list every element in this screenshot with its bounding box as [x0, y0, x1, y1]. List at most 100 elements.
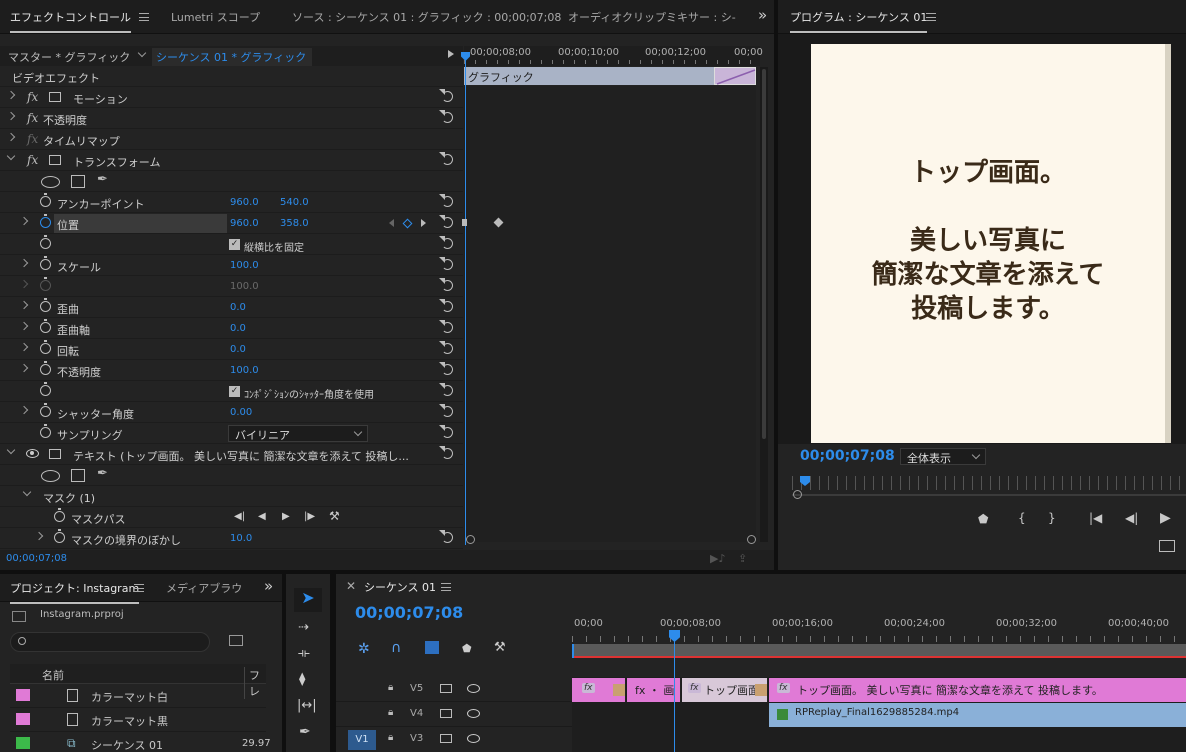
transition-marker[interactable]	[755, 684, 767, 696]
reset-icon[interactable]	[439, 425, 453, 438]
reset-icon[interactable]	[439, 278, 453, 291]
transform-handle-icon[interactable]	[49, 449, 61, 459]
ec-zoom-scroll[interactable]	[466, 535, 756, 545]
transition-marker[interactable]	[613, 684, 625, 696]
property-row-opacity[interactable]: 不透明度 100.0	[0, 360, 463, 381]
compare-view-icon[interactable]	[1159, 540, 1175, 552]
eye-icon[interactable]	[26, 449, 39, 458]
add-keyframe-icon[interactable]	[402, 218, 413, 229]
go-to-in-icon[interactable]: |◀	[1089, 511, 1102, 525]
clip-v5-b[interactable]: fx ・ 画	[627, 678, 681, 702]
track-mask-backward-icon[interactable]: ◀	[258, 511, 266, 522]
ripple-edit-tool-icon[interactable]: ⟛	[298, 646, 310, 661]
chevron-right-icon[interactable]	[6, 132, 16, 142]
overflow-tabs-icon[interactable]: »	[758, 6, 767, 24]
skew-value[interactable]: 0.0	[230, 302, 246, 313]
reset-icon[interactable]	[439, 215, 453, 228]
stopwatch-icon[interactable]	[40, 361, 51, 375]
reset-icon[interactable]	[439, 362, 453, 375]
sync-lock-icon[interactable]	[440, 684, 452, 693]
property-row-skew[interactable]: 歪曲 0.0	[0, 297, 463, 318]
reset-icon[interactable]	[439, 404, 453, 417]
close-icon[interactable]: ✕	[346, 579, 356, 593]
chevron-right-icon[interactable]	[19, 405, 29, 415]
play-triangle-icon[interactable]	[448, 50, 454, 58]
label-color-swatch[interactable]	[16, 689, 30, 701]
tab-audio-clip-mixer[interactable]: オーディオクリップミキサー : シ-	[568, 9, 736, 25]
eye-icon[interactable]	[467, 734, 480, 743]
effect-row-transform[interactable]: fx トランスフォーム	[0, 150, 463, 171]
list-item[interactable]: カラーマット黒	[10, 708, 266, 732]
timeline-title[interactable]: シーケンス 01	[364, 579, 436, 595]
pen-mask-icon[interactable]: ✒	[97, 172, 108, 187]
uniform-scale-checkbox[interactable]: ✓	[229, 239, 240, 250]
wrench-icon[interactable]: ⚒	[329, 509, 340, 523]
scale-value[interactable]: 100.0	[230, 260, 259, 271]
tab-program-monitor[interactable]: プログラム : シーケンス 01	[790, 9, 928, 33]
fx-icon[interactable]: fx	[27, 111, 38, 125]
ellipse-mask-icon[interactable]	[41, 176, 60, 188]
ec-current-time[interactable]: 00;00;07;08	[6, 553, 67, 564]
selection-tool-icon[interactable]: ➤	[294, 588, 322, 612]
track-header-v5[interactable]: 🔒︎ V5	[336, 677, 572, 702]
ec-playhead-line[interactable]	[465, 52, 466, 545]
label-color-swatch[interactable]	[16, 737, 30, 749]
stopwatch-icon[interactable]	[40, 298, 51, 312]
chevron-right-icon[interactable]	[19, 258, 29, 268]
chevron-down-icon[interactable]	[22, 487, 32, 497]
ellipse-mask-icon[interactable]	[41, 470, 60, 482]
comp-shutter-checkbox[interactable]: ✓	[229, 386, 240, 397]
lock-icon[interactable]: 🔒︎	[388, 707, 393, 718]
reset-icon[interactable]	[439, 341, 453, 354]
rectangle-mask-icon[interactable]	[71, 175, 85, 188]
prev-keyframe-icon[interactable]	[389, 219, 394, 227]
transition-marker[interactable]	[714, 67, 756, 85]
reset-icon[interactable]	[439, 299, 453, 312]
chevron-right-icon[interactable]	[19, 363, 29, 373]
play-icon[interactable]: ▶	[1160, 510, 1171, 526]
reset-icon[interactable]	[439, 446, 453, 459]
chevron-right-icon[interactable]	[19, 342, 29, 352]
effect-row-text[interactable]: テキスト (トップ画面。 美しい写真に 簡潔な文章を添えて 投稿し...	[0, 444, 463, 465]
fx-icon[interactable]: fx	[27, 90, 38, 104]
chevron-right-icon[interactable]	[19, 216, 29, 226]
stopwatch-icon[interactable]	[54, 508, 65, 522]
export-icon[interactable]: ⇪	[738, 552, 747, 565]
reset-icon[interactable]	[439, 194, 453, 207]
property-row-position[interactable]: 位置 960.0 358.0	[0, 213, 463, 234]
reset-icon[interactable]	[439, 320, 453, 333]
track-header-v4[interactable]: 🔒︎ V4	[336, 702, 572, 727]
stopwatch-icon[interactable]	[40, 424, 51, 438]
anchor-x-value[interactable]: 960.0	[230, 197, 259, 208]
mark-out-icon[interactable]: }	[1048, 511, 1056, 525]
effect-row-opacity[interactable]: fx 不透明度	[0, 108, 463, 129]
new-bin-icon[interactable]	[229, 635, 243, 646]
program-frame[interactable]: トップ画面。 美しい写真に 簡潔な文章を添えて 投稿します。	[811, 44, 1165, 443]
lock-icon[interactable]: 🔒︎	[388, 682, 393, 693]
stopwatch-icon[interactable]	[40, 193, 51, 207]
filter-audio-icon[interactable]: ▶♪	[710, 552, 725, 565]
reset-icon[interactable]	[439, 236, 453, 249]
razor-tool-icon[interactable]: ⧫	[299, 672, 305, 687]
ec-vertical-scrollbar[interactable]	[760, 67, 768, 542]
track-mask-backward-one-icon[interactable]: ◀|	[234, 511, 245, 522]
stopwatch-icon[interactable]	[40, 403, 51, 417]
chevron-right-icon[interactable]	[19, 300, 29, 310]
fx-icon[interactable]: fx	[27, 153, 38, 167]
skew-axis-value[interactable]: 0.0	[230, 323, 246, 334]
ec-clip-bar[interactable]: グラフィック	[464, 67, 756, 85]
eye-icon[interactable]	[467, 684, 480, 693]
mark-in-icon[interactable]: {	[1018, 511, 1026, 525]
ec-timeline-ruler[interactable]: 00;00;08;00 00;00;10;00 00;00;12;00 00;0…	[464, 46, 763, 66]
rotation-value[interactable]: 0.0	[230, 344, 246, 355]
add-marker-icon[interactable]: ⬟	[462, 642, 472, 655]
program-scroll-handle[interactable]	[793, 490, 802, 499]
opacity-value[interactable]: 100.0	[230, 365, 259, 376]
property-row-uniform-scale[interactable]: ✓ 縦横比を固定	[0, 234, 463, 255]
tab-media-browser[interactable]: メディアブラウ	[166, 580, 242, 596]
chevron-down-icon[interactable]	[6, 445, 16, 455]
panel-menu-icon[interactable]	[926, 13, 936, 21]
property-row-shutter-angle[interactable]: シャッター角度 0.00	[0, 402, 463, 423]
project-search-field[interactable]	[10, 632, 210, 652]
property-row-anchor[interactable]: アンカーポイント 960.0 540.0	[0, 192, 463, 213]
